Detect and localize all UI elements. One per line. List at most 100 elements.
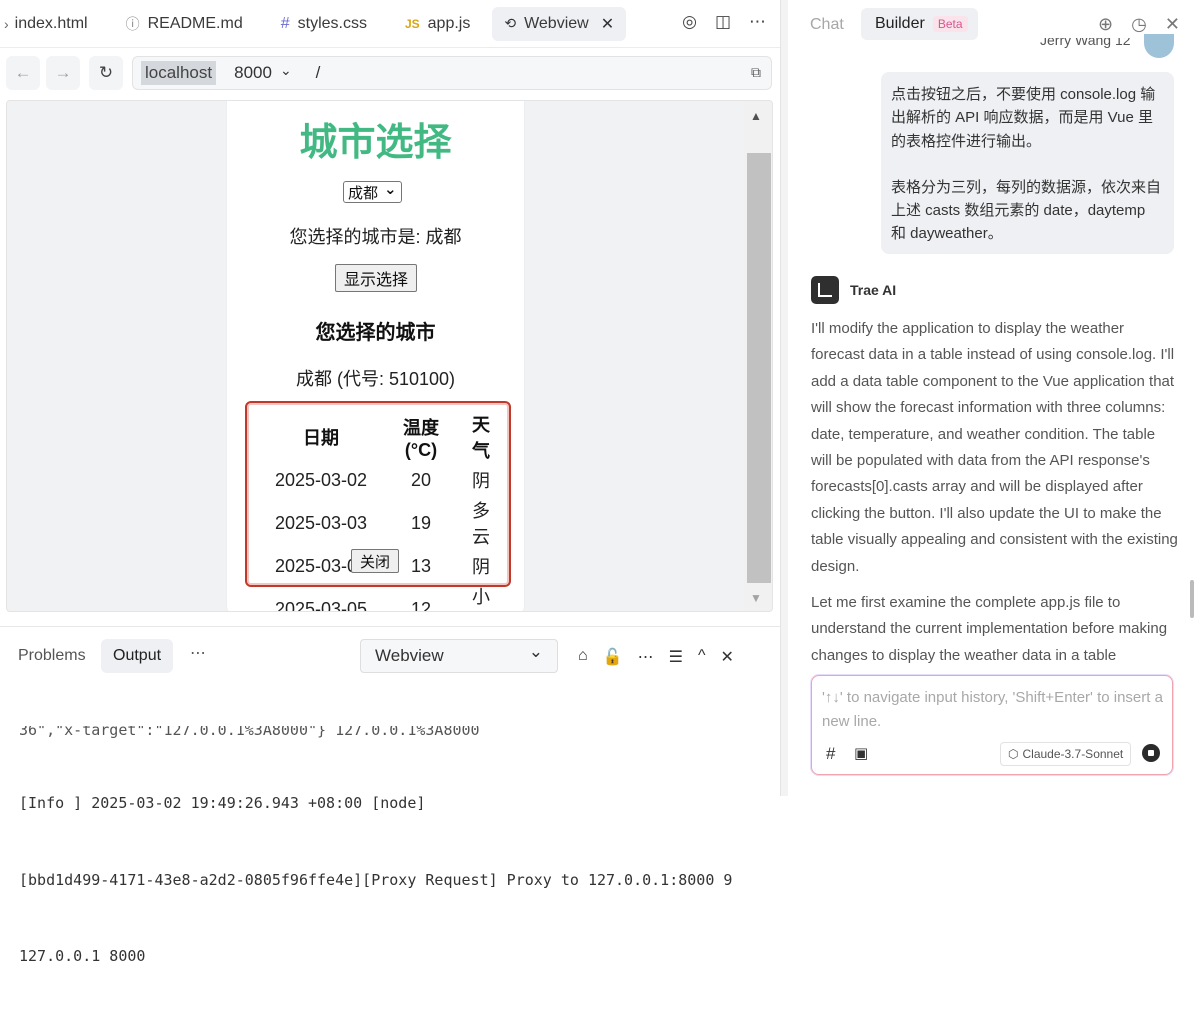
output-channel-select[interactable]: Webview ⌄	[360, 639, 558, 673]
cell-temp: 19	[410, 512, 432, 533]
webview-viewport: 城市选择 成都 ⌄ 您选择的城市是: 成都 显示选择 您选择的城市 成都 (代号…	[6, 100, 773, 612]
user-message-paragraph: 点击按钮之后，不要使用 console.log 输出解析的 API 响应数据，而…	[891, 86, 1156, 150]
model-selector[interactable]: ⬡ Claude-3.7-Sonnet	[1000, 742, 1132, 766]
show-selection-button[interactable]: 显示选择	[335, 264, 418, 292]
output-log: 36","x-target":"127.0.0.1%3A8000"} 127.0…	[19, 675, 769, 1021]
weather-table-box: 日期 温度 (°C) 天气 2025-03-02 20 阴 2025-03-03	[245, 401, 511, 611]
stop-generation-button[interactable]	[1142, 744, 1160, 762]
user-message-paragraph: 表格分为三列，每列的数据源，依次来自上述 casts 数组元素的 date，da…	[891, 178, 1162, 243]
close-table-button[interactable]: 关闭	[351, 549, 400, 573]
tab-label: app.js	[427, 14, 471, 32]
assistant-pane: Chat Builder Beta ⊕ ◷ ✕ Jerry Wang 12 点击…	[788, 0, 1200, 796]
more-icon[interactable]: ⋯	[749, 12, 766, 32]
table-row: 2025-03-02 20 阴	[261, 465, 501, 495]
avatar	[1144, 34, 1174, 58]
close-icon[interactable]: ✕	[601, 14, 614, 34]
hash-icon: #	[280, 14, 290, 32]
column-header-date: 日期	[303, 428, 339, 448]
info-circle-icon: ⓘ	[125, 15, 140, 32]
tab-label: index.html	[14, 14, 88, 32]
output-channel-value: Webview	[375, 646, 444, 665]
column-header-temp: 温度 (°C)	[403, 417, 439, 460]
cell-temp: 20	[410, 469, 432, 490]
close-icon[interactable]: ✕	[1165, 14, 1180, 35]
compass-icon[interactable]: ◎	[682, 12, 697, 32]
chevron-down-icon: ⌄	[528, 642, 543, 661]
chat-scrollbar-thumb[interactable]	[1190, 580, 1194, 618]
assistant-toolbar: ⊕ ◷ ✕	[1098, 14, 1180, 35]
split-editor-icon[interactable]: ◫	[715, 12, 731, 32]
chevron-up-icon[interactable]: ^	[698, 647, 706, 667]
reload-button[interactable]: ↻	[89, 56, 123, 90]
open-log-icon[interactable]: ⌂	[578, 647, 588, 667]
tab-label: README.md	[147, 14, 243, 32]
tab-builder[interactable]: Builder Beta	[861, 8, 978, 40]
log-line: 127.0.0.1 8000	[19, 947, 146, 965]
tab-toolbar: ◎ ◫ ⋯	[682, 12, 766, 32]
pane-divider[interactable]	[780, 0, 788, 796]
close-panel-icon[interactable]: ✕	[720, 647, 733, 667]
panel-toolbar: ⌂ 🔓 ⋯ ☰ ^ ✕	[578, 647, 734, 667]
new-chat-icon[interactable]: ⊕	[1098, 14, 1113, 35]
table-header-row: 日期 温度 (°C) 天气	[261, 409, 501, 465]
more-icon[interactable]: ⋯	[190, 643, 206, 663]
editor-pane: › index.html ⓘ README.md # styles.css JS…	[0, 0, 780, 965]
tab-styles-css[interactable]: # styles.css	[269, 7, 379, 41]
url-host[interactable]: localhost	[141, 61, 217, 85]
tab-readme[interactable]: ⓘ README.md	[114, 7, 255, 41]
arrow-right-icon: →	[54, 63, 72, 82]
column-header-weather: 天气	[472, 415, 490, 461]
chat-input-box[interactable]: '↑↓' to navigate input history, 'Shift+E…	[811, 675, 1173, 775]
tab-chat[interactable]: Chat	[810, 16, 844, 34]
cell-weather: 阴	[472, 471, 490, 491]
weather-table: 日期 温度 (°C) 天气 2025-03-02 20 阴 2025-03-03	[261, 409, 501, 612]
model-cube-icon: ⬡	[1008, 747, 1019, 761]
browser-nav-bar: ← → ↻ localhost 8000 ⌄ / ⧉	[0, 56, 780, 94]
table-row: 2025-03-03 19 多云	[261, 495, 501, 551]
chevron-down-icon: ⌄	[384, 181, 397, 198]
cell-weather: 小雨	[472, 587, 490, 607]
url-path[interactable]: /	[316, 63, 321, 83]
tab-problems[interactable]: Problems	[6, 639, 98, 673]
scroll-up-arrow-icon[interactable]: ▲	[750, 109, 762, 123]
user-message: 点击按钮之后，不要使用 console.log 输出解析的 API 响应数据，而…	[881, 72, 1174, 254]
tab-output[interactable]: Output	[101, 639, 174, 673]
tab-label: Webview	[524, 14, 589, 32]
back-button[interactable]: ←	[6, 56, 40, 90]
port-value: 8000	[234, 63, 272, 82]
city-select-value: 成都	[348, 184, 379, 202]
output-panel: Problems Output ⋯ Webview ⌄ ⌂ 🔓 ⋯ ☰ ^ ✕ …	[0, 626, 780, 965]
hash-icon[interactable]: #	[826, 744, 835, 764]
reload-icon: ↻	[98, 63, 114, 82]
cell-date: 2025-03-05	[274, 598, 368, 612]
image-icon[interactable]: ▣	[854, 744, 868, 762]
table-row: 2025-03-05 12 小雨	[261, 581, 501, 612]
js-file-icon: JS	[404, 16, 420, 31]
ai-message-paragraph: Let me first examine the complete app.js…	[811, 594, 1168, 664]
ai-name: Trae AI	[850, 282, 897, 298]
history-icon[interactable]: ◷	[1131, 14, 1147, 35]
lock-icon[interactable]: 🔓	[603, 647, 623, 667]
scrollbar-thumb[interactable]	[747, 153, 771, 583]
filter-settings-icon[interactable]: ☰	[669, 647, 683, 667]
city-select[interactable]: 成都 ⌄	[343, 181, 402, 203]
chat-input-placeholder[interactable]: '↑↓' to navigate input history, 'Shift+E…	[822, 686, 1167, 734]
beta-badge: Beta	[932, 16, 968, 32]
cell-temp: 12	[410, 598, 432, 612]
copy-url-icon[interactable]: ⧉	[751, 64, 761, 81]
tab-webview[interactable]: ⟲ Webview ✕	[492, 6, 627, 41]
trae-logo-icon	[811, 276, 839, 304]
cell-weather: 多云	[472, 501, 490, 547]
forward-button[interactable]: →	[46, 56, 80, 90]
scroll-down-arrow-icon[interactable]: ▼	[750, 591, 762, 605]
rendered-page: 城市选择 成都 ⌄ 您选择的城市是: 成都 显示选择 您选择的城市 成都 (代号…	[227, 101, 524, 611]
url-bar[interactable]: localhost 8000 ⌄ / ⧉	[132, 56, 772, 90]
port-select[interactable]: 8000 ⌄	[234, 62, 292, 83]
page-title: 城市选择	[299, 122, 452, 164]
more-icon[interactable]: ⋯	[638, 647, 654, 667]
tab-app-js[interactable]: JS app.js	[393, 7, 482, 41]
ai-message-paragraph: I'll modify the application to display t…	[811, 320, 1178, 575]
tab-index-html[interactable]: › index.html	[0, 7, 100, 41]
assistant-tabs: Chat Builder Beta ⊕ ◷ ✕	[788, 0, 1200, 48]
ai-message: I'll modify the application to display t…	[811, 316, 1179, 678]
